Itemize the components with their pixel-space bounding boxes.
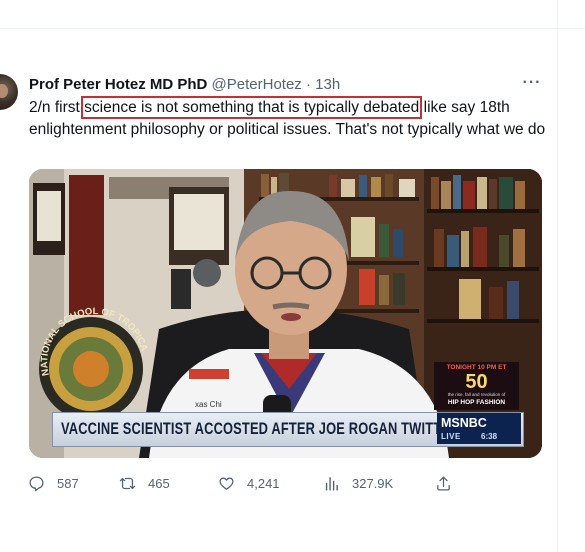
reply-count: 587 xyxy=(57,475,79,491)
timestamp[interactable]: 13h xyxy=(315,76,340,93)
coat-text: xas Chi xyxy=(195,400,222,409)
share-button[interactable] xyxy=(435,473,452,493)
tweet-header: Prof Peter Hotez MD PhD @PeterHotez · 13… xyxy=(29,76,340,94)
live-label: LIVE xyxy=(441,432,461,441)
views-button[interactable]: 327.9K xyxy=(323,473,393,493)
retweet-icon xyxy=(119,477,136,489)
promo-time: TONIGHT 10 PM ET xyxy=(446,364,507,371)
reply-icon xyxy=(29,475,44,491)
retweet-button[interactable]: 465 xyxy=(119,473,170,493)
reply-button[interactable]: 587 xyxy=(28,473,79,493)
promo-graphic: TONIGHT 10 PM ET 50 the rise, fall and r… xyxy=(434,362,519,410)
share-icon xyxy=(437,475,450,491)
network-bug: MSNBC LIVE 6:38 xyxy=(437,413,521,444)
promo-subtitle: the rise, fall and revolution of xyxy=(447,392,506,397)
highlighted-phrase: science is not something that is typical… xyxy=(81,96,423,119)
views-icon xyxy=(325,476,338,491)
tweet-card[interactable]: Prof Peter Hotez MD PhD @PeterHotez · 13… xyxy=(0,0,585,552)
tweet-actions: 587 465 4,241 327.9K xyxy=(28,473,458,493)
like-count: 4,241 xyxy=(247,475,280,491)
author-handle[interactable]: @PeterHotez xyxy=(212,76,302,93)
heart-icon xyxy=(219,477,234,490)
msnbc-logo: MSNBC xyxy=(441,416,487,430)
avatar[interactable] xyxy=(0,74,18,110)
video-player[interactable]: NATIONAL SCHOOL OF TROPICAL xas Chi TONI… xyxy=(29,169,542,458)
promo-number: 50 xyxy=(465,371,488,393)
like-button[interactable]: 4,241 xyxy=(218,473,280,493)
tweet-text-start: 2/n first xyxy=(29,99,85,116)
tweet-text: 2/n first science is not something that … xyxy=(29,96,549,141)
divider xyxy=(557,0,558,552)
broadcast-clock: 6:38 xyxy=(481,432,498,441)
author-name[interactable]: Prof Peter Hotez MD PhD xyxy=(29,76,207,93)
chyron-headline: VACCINE SCIENTIST ACCOSTED AFTER JOE ROG… xyxy=(61,420,491,438)
promo-title: HIP HOP FASHION xyxy=(447,399,506,406)
view-count: 327.9K xyxy=(352,475,394,491)
separator: · xyxy=(305,76,311,93)
retweet-count: 465 xyxy=(148,475,170,491)
divider xyxy=(0,28,585,29)
more-options-button[interactable]: ··· xyxy=(521,75,543,94)
